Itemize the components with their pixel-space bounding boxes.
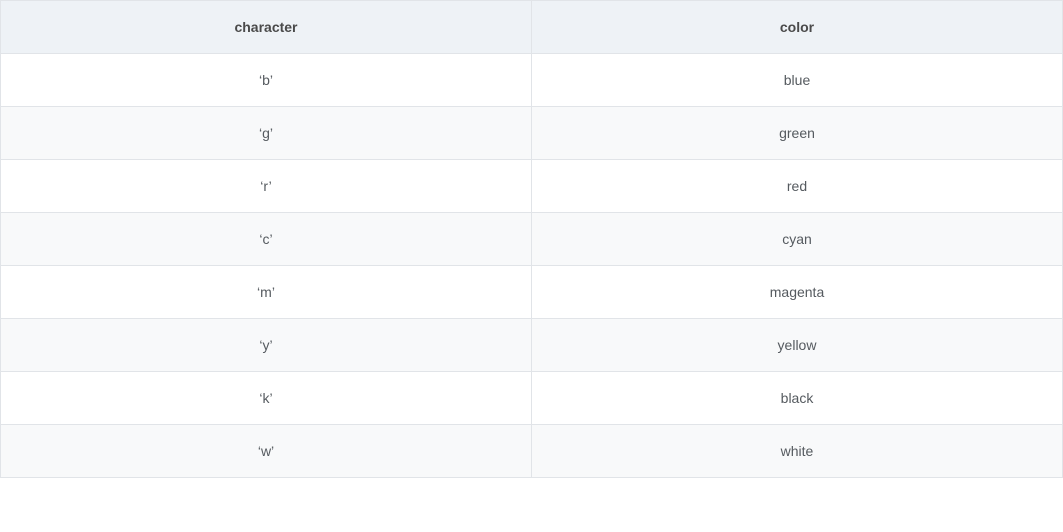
cell-color: black xyxy=(532,372,1063,425)
cell-color: red xyxy=(532,160,1063,213)
cell-color: blue xyxy=(532,54,1063,107)
cell-character: ‘r’ xyxy=(1,160,532,213)
cell-character: ‘g’ xyxy=(1,107,532,160)
cell-color: white xyxy=(532,425,1063,478)
table-row: ‘m’ magenta xyxy=(1,266,1063,319)
table-header-row: character color xyxy=(1,1,1063,54)
column-header-color: color xyxy=(532,1,1063,54)
cell-character: ‘k’ xyxy=(1,372,532,425)
table-row: ‘r’ red xyxy=(1,160,1063,213)
cell-character: ‘c’ xyxy=(1,213,532,266)
cell-color: yellow xyxy=(532,319,1063,372)
table-row: ‘b’ blue xyxy=(1,54,1063,107)
table-row: ‘g’ green xyxy=(1,107,1063,160)
color-mapping-table: character color ‘b’ blue ‘g’ green ‘r’ r… xyxy=(0,0,1063,478)
cell-character: ‘b’ xyxy=(1,54,532,107)
table-row: ‘c’ cyan xyxy=(1,213,1063,266)
cell-character: ‘m’ xyxy=(1,266,532,319)
cell-character: ‘y’ xyxy=(1,319,532,372)
cell-color: magenta xyxy=(532,266,1063,319)
cell-character: ‘w’ xyxy=(1,425,532,478)
cell-color: green xyxy=(532,107,1063,160)
table-row: ‘y’ yellow xyxy=(1,319,1063,372)
cell-color: cyan xyxy=(532,213,1063,266)
table-row: ‘k’ black xyxy=(1,372,1063,425)
table-row: ‘w’ white xyxy=(1,425,1063,478)
column-header-character: character xyxy=(1,1,532,54)
